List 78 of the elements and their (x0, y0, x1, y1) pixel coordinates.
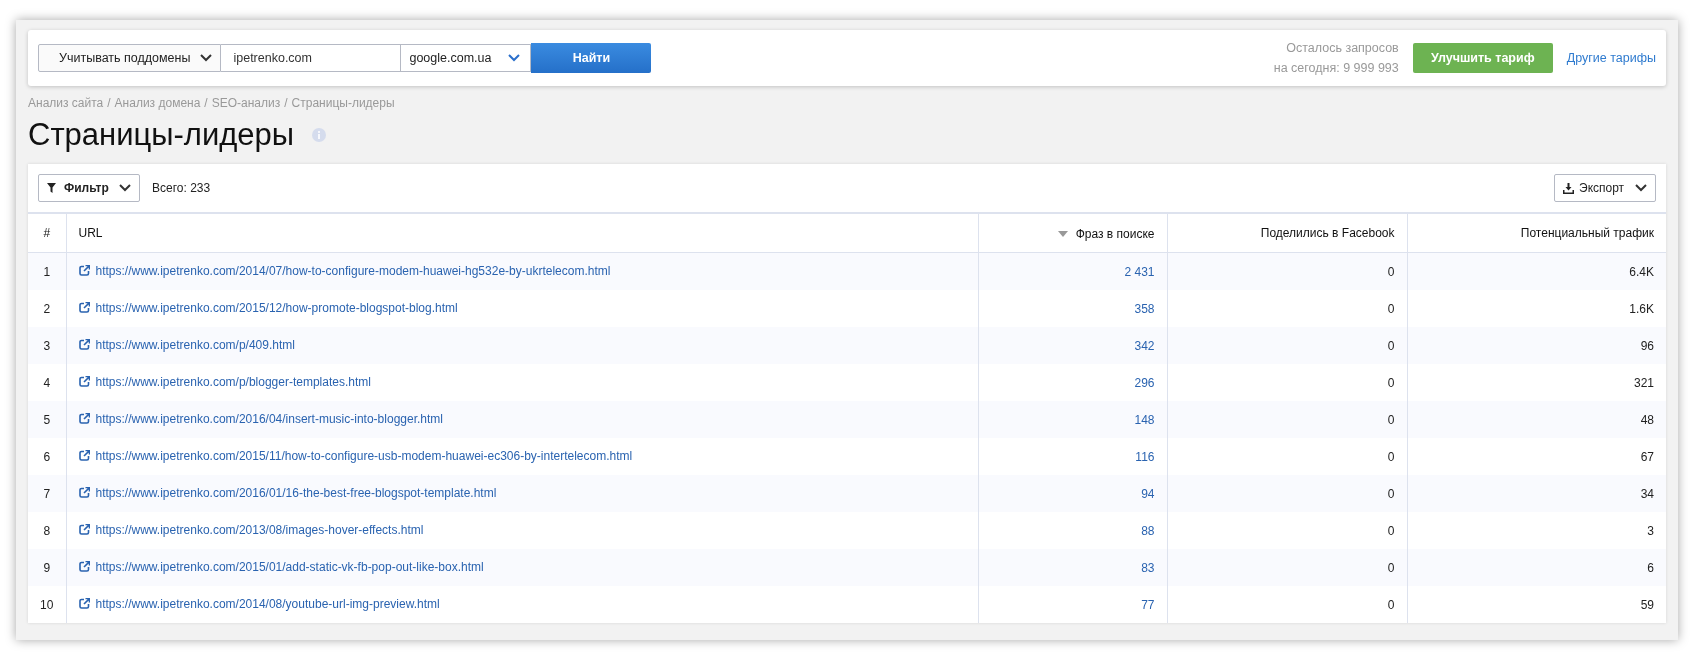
external-link-icon (78, 302, 90, 314)
filter-icon (47, 183, 56, 193)
export-button[interactable]: Экспорт (1554, 174, 1656, 202)
chevron-down-icon (1635, 184, 1647, 192)
chevron-down-icon (200, 54, 213, 62)
url-link[interactable]: https://www.ipetrenko.com/2014/07/how-to-configure-modem-huawei-hg532e-by-ukrtelecom.html (78, 263, 611, 278)
phrases-count-link[interactable]: 88 (1141, 523, 1155, 538)
phrases-count-link[interactable]: 296 (1134, 375, 1155, 390)
page-title: Страницы-лидеры (28, 117, 295, 153)
url-link[interactable]: https://www.ipetrenko.com/2015/01/add-static-vk-fb-pop-out-like-box.html (78, 559, 484, 574)
facebook-shares-cell: 0 (1167, 586, 1407, 623)
chevron-down-icon (119, 184, 131, 192)
traffic-cell: 6.4K (1407, 252, 1666, 290)
column-header: URL (66, 214, 978, 253)
breadcrumb-separator: / (284, 96, 288, 110)
filter-button[interactable]: Фильтр (38, 174, 140, 202)
url-link[interactable]: https://www.ipetrenko.com/2016/04/insert-music-into-blogger.html (78, 411, 443, 426)
breadcrumb-separator: / (204, 96, 208, 110)
phrases-count-link[interactable]: 83 (1141, 560, 1155, 575)
external-link-icon (78, 561, 90, 573)
phrases-count-link[interactable]: 358 (1134, 301, 1155, 316)
facebook-shares-cell: 0 (1167, 252, 1407, 290)
external-link-icon (78, 339, 90, 351)
phrases-count-link[interactable]: 116 (1135, 449, 1155, 464)
subdomain-dropdown[interactable]: Учитывать поддомены (38, 44, 222, 72)
phrases-count-link[interactable]: 2 431 (1124, 264, 1155, 279)
traffic-cell: 6 (1407, 549, 1666, 586)
external-link-icon (78, 524, 90, 536)
download-icon (1563, 182, 1574, 194)
external-link-icon (78, 413, 90, 425)
row-number: 5 (28, 401, 66, 438)
external-link-icon (78, 376, 90, 388)
column-header[interactable]: Фраз в поиске (978, 214, 1167, 253)
column-header: # (28, 214, 66, 253)
row-number: 3 (28, 327, 66, 364)
facebook-shares-cell: 0 (1167, 475, 1407, 512)
phrases-count-link[interactable]: 77 (1141, 597, 1155, 612)
other-plans-link[interactable]: Другие тарифы (1566, 51, 1656, 65)
row-number: 6 (28, 438, 66, 475)
info-icon[interactable] (312, 128, 327, 142)
phrases-count-link[interactable]: 94 (1141, 486, 1155, 501)
row-number: 4 (28, 364, 66, 401)
traffic-cell: 34 (1407, 475, 1666, 512)
facebook-shares-cell: 0 (1167, 549, 1407, 586)
url-link[interactable]: https://www.ipetrenko.com/2016/01/16-the-best-free-blogspot-template.html (78, 485, 497, 500)
external-link-icon (78, 487, 90, 499)
url-link[interactable]: https://www.ipetrenko.com/p/409.html (78, 337, 295, 352)
url-link[interactable]: https://www.ipetrenko.com/p/blogger-templates.html (78, 374, 371, 389)
total-count: Всего: 233 (152, 181, 211, 195)
url-link[interactable]: https://www.ipetrenko.com/2013/08/images-hover-effects.html (78, 522, 424, 537)
row-number: 10 (28, 586, 66, 623)
phrases-count-link[interactable]: 148 (1134, 412, 1155, 427)
row-number: 2 (28, 290, 66, 327)
row-number: 8 (28, 512, 66, 549)
breadcrumb-separator: / (107, 96, 111, 110)
domain-input-field[interactable]: ipetrenko.com (221, 44, 402, 72)
traffic-cell: 96 (1407, 327, 1666, 364)
traffic-cell: 48 (1407, 401, 1666, 438)
external-link-icon (78, 450, 90, 462)
url-link[interactable]: https://www.ipetrenko.com/2015/11/how-to-configure-usb-modem-huawei-ec306-by-intertelecom.html (78, 448, 633, 463)
row-number: 9 (28, 549, 66, 586)
url-link[interactable]: https://www.ipetrenko.com/2014/08/youtube-url-img-preview.html (78, 596, 440, 611)
sort-descending-icon (1057, 230, 1068, 237)
search-engine-dropdown[interactable]: google.com.ua (401, 44, 532, 72)
chevron-down-icon (508, 54, 521, 62)
search-button[interactable]: Найти (531, 43, 652, 73)
remaining-requests-text: Осталось запросов на сегодня: 9 999 993 (1273, 40, 1399, 77)
traffic-cell: 59 (1407, 586, 1666, 623)
row-number: 7 (28, 475, 66, 512)
row-number: 1 (28, 252, 66, 290)
external-link-icon (78, 598, 90, 610)
column-header: Потенциальный трафик (1407, 214, 1666, 253)
phrases-count-link[interactable]: 342 (1134, 338, 1155, 353)
external-link-icon (78, 265, 90, 277)
facebook-shares-cell: 0 (1167, 401, 1407, 438)
facebook-shares-cell: 0 (1167, 327, 1407, 364)
column-header: Поделились в Facebook (1167, 214, 1407, 253)
url-link[interactable]: https://www.ipetrenko.com/2015/12/how-promote-blogspot-blog.html (78, 300, 458, 315)
